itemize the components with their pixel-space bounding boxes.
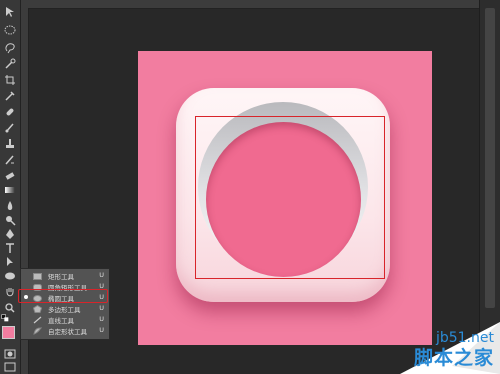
shape-tools-flyout: 矩形工具 U 圆角矩形工具 U 椭圆工具 U 多边形工具 U 直线工具 U 自定… bbox=[20, 268, 110, 340]
brush-tool-icon[interactable] bbox=[3, 122, 17, 134]
dodge-tool-icon[interactable] bbox=[3, 214, 17, 226]
shortcut-key: U bbox=[99, 271, 104, 279]
shortcut-key: U bbox=[99, 326, 104, 334]
history-brush-tool-icon[interactable] bbox=[3, 154, 17, 166]
default-colors-icon[interactable] bbox=[1, 314, 9, 322]
shortcut-key: U bbox=[99, 304, 104, 312]
crop-tool-icon[interactable] bbox=[3, 74, 17, 86]
foreground-color-swatch[interactable] bbox=[2, 326, 15, 339]
rectangle-icon bbox=[33, 272, 42, 280]
lasso-tool-icon[interactable] bbox=[3, 42, 17, 54]
blur-tool-icon[interactable] bbox=[3, 200, 17, 212]
quick-select-tool-icon[interactable] bbox=[3, 58, 17, 70]
eyedropper-tool-icon[interactable] bbox=[3, 90, 17, 102]
flyout-item-label: 自定形状工具 bbox=[48, 328, 87, 336]
move-tool-icon[interactable] bbox=[3, 6, 17, 18]
hand-tool-icon[interactable] bbox=[3, 286, 17, 298]
healing-brush-tool-icon[interactable] bbox=[3, 106, 17, 118]
clone-stamp-tool-icon[interactable] bbox=[3, 138, 17, 150]
flyout-item-custom-shape[interactable]: 自定形状工具 U bbox=[21, 325, 109, 337]
flyout-item-label: 直线工具 bbox=[48, 317, 74, 325]
line-icon bbox=[33, 316, 42, 324]
watermark-site-name: 脚本之家 bbox=[413, 347, 494, 369]
scrollbar-thumb[interactable] bbox=[485, 8, 495, 308]
ellipse-tool-highlight bbox=[18, 289, 108, 303]
screen-mode-icon[interactable] bbox=[3, 361, 17, 373]
marquee-tool-icon[interactable] bbox=[3, 24, 17, 36]
tools-panel bbox=[0, 0, 21, 374]
path-selection-tool-icon[interactable] bbox=[3, 256, 17, 268]
ellipse-tool-icon[interactable] bbox=[3, 270, 17, 282]
custom-shape-icon bbox=[33, 327, 42, 335]
shortcut-key: U bbox=[99, 315, 104, 323]
polygon-icon bbox=[33, 305, 42, 313]
eraser-tool-icon[interactable] bbox=[3, 170, 17, 182]
flyout-item-label: 多边形工具 bbox=[48, 306, 81, 314]
ruler-horizontal bbox=[20, 0, 480, 9]
flyout-item-label: 矩形工具 bbox=[48, 273, 74, 281]
quick-mask-icon[interactable] bbox=[3, 348, 17, 360]
pen-tool-icon[interactable] bbox=[3, 228, 17, 240]
gradient-tool-icon[interactable] bbox=[3, 184, 17, 196]
watermark: jb51.net 脚本之家 bbox=[380, 314, 500, 374]
ellipse-drag-box bbox=[195, 116, 385, 279]
type-tool-icon[interactable] bbox=[3, 242, 17, 254]
